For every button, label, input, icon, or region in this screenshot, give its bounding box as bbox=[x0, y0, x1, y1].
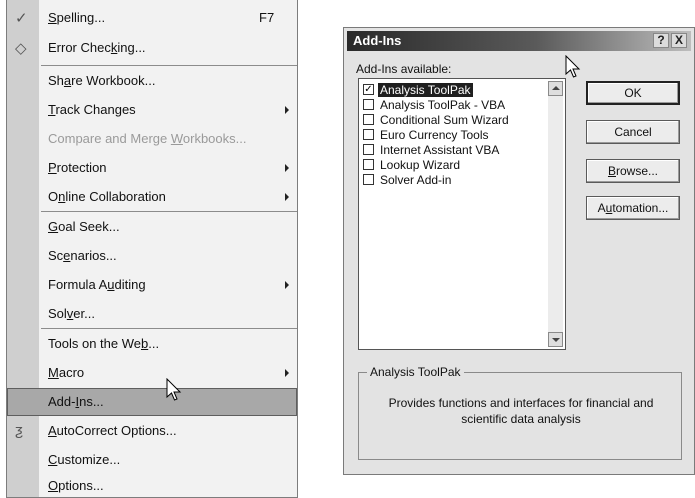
screenshot-stage: ✓ Spelling... F7 ◇ Error Checking... Sha… bbox=[0, 0, 695, 498]
menu-item-macro[interactable]: Macro bbox=[7, 359, 297, 387]
menu-item-customize[interactable]: Customize... bbox=[7, 446, 297, 474]
menu-item-add-ins[interactable]: Add-Ins... bbox=[7, 388, 297, 416]
submenu-arrow-icon bbox=[285, 369, 289, 377]
automation-button[interactable]: Automation... bbox=[586, 196, 680, 220]
menu-item-spelling[interactable]: ✓ Spelling... F7 bbox=[7, 4, 297, 32]
description-groupbox: Analysis ToolPak Provides functions and … bbox=[358, 365, 682, 460]
menu-item-solver[interactable]: Solver... bbox=[7, 300, 297, 328]
menu-separator bbox=[41, 211, 297, 212]
add-in-checkbox[interactable] bbox=[363, 159, 374, 170]
menu-item-compare-merge: Compare and Merge Workbooks... bbox=[48, 131, 247, 146]
add-ins-available-label: Add-Ins available: bbox=[356, 62, 452, 76]
menu-item-goal-seek[interactable]: Goal Seek... bbox=[7, 213, 297, 241]
add-in-checkbox[interactable] bbox=[363, 129, 374, 140]
menu-item-track-changes[interactable]: Track Changes bbox=[7, 96, 297, 124]
autocorrect-icon: ƺ bbox=[15, 422, 24, 439]
add-ins-dialog: Add-Ins ? X Add-Ins available: ✓ Analysi… bbox=[343, 27, 695, 475]
browse-button[interactable]: Browse... bbox=[586, 159, 680, 183]
menu-separator bbox=[41, 328, 297, 329]
menu-item-tools-on-web[interactable]: Tools on the Web... bbox=[7, 330, 297, 358]
ok-button[interactable]: OK bbox=[586, 81, 680, 105]
menu-separator bbox=[41, 65, 297, 66]
mouse-pointer-icon bbox=[166, 378, 182, 401]
submenu-arrow-icon bbox=[285, 193, 289, 201]
menu-item-scenarios[interactable]: Scenarios... bbox=[7, 242, 297, 270]
scroll-up-arrow-icon[interactable] bbox=[548, 81, 563, 96]
menu-item-error-checking[interactable]: ◇ Error Checking... bbox=[7, 34, 297, 62]
add-in-checkbox[interactable] bbox=[363, 114, 374, 125]
menu-item-formula-auditing[interactable]: Formula Auditing bbox=[7, 271, 297, 299]
add-in-checkbox[interactable]: ✓ bbox=[363, 84, 374, 95]
dialog-titlebar[interactable]: Add-Ins ? X bbox=[347, 31, 691, 51]
menu-item-protection[interactable]: Protection bbox=[7, 154, 297, 182]
add-ins-listbox[interactable]: ✓ Analysis ToolPak Analysis ToolPak - VB… bbox=[358, 78, 566, 350]
spelling-icon: ✓ bbox=[15, 10, 28, 27]
add-in-checkbox[interactable] bbox=[363, 144, 374, 155]
tools-menu: ✓ Spelling... F7 ◇ Error Checking... Sha… bbox=[6, 0, 298, 498]
listbox-scrollbar[interactable] bbox=[548, 81, 563, 347]
spelling-shortcut: F7 bbox=[259, 10, 275, 25]
mouse-pointer-icon bbox=[565, 55, 581, 78]
dialog-title: Add-Ins bbox=[353, 33, 402, 48]
scroll-down-arrow-icon[interactable] bbox=[548, 332, 563, 347]
group-title: Analysis ToolPak bbox=[367, 365, 464, 379]
menu-item-online-collaboration[interactable]: Online Collaboration bbox=[7, 183, 297, 211]
menu-item-share-workbook[interactable]: Share Workbook... bbox=[7, 67, 297, 95]
submenu-arrow-icon bbox=[285, 164, 289, 172]
submenu-arrow-icon bbox=[285, 106, 289, 114]
add-in-checkbox[interactable] bbox=[363, 174, 374, 185]
close-button[interactable]: X bbox=[671, 33, 687, 48]
menu-item-options[interactable]: Options... bbox=[7, 472, 297, 498]
menu-item-autocorrect-options[interactable]: ƺ AutoCorrect Options... bbox=[7, 417, 297, 445]
add-in-description: Provides functions and interfaces for fi… bbox=[388, 396, 654, 426]
cancel-button[interactable]: Cancel bbox=[586, 120, 680, 144]
add-in-checkbox[interactable] bbox=[363, 99, 374, 110]
submenu-arrow-icon bbox=[285, 281, 289, 289]
help-button[interactable]: ? bbox=[653, 33, 669, 48]
error-checking-icon: ◇ bbox=[15, 40, 27, 57]
